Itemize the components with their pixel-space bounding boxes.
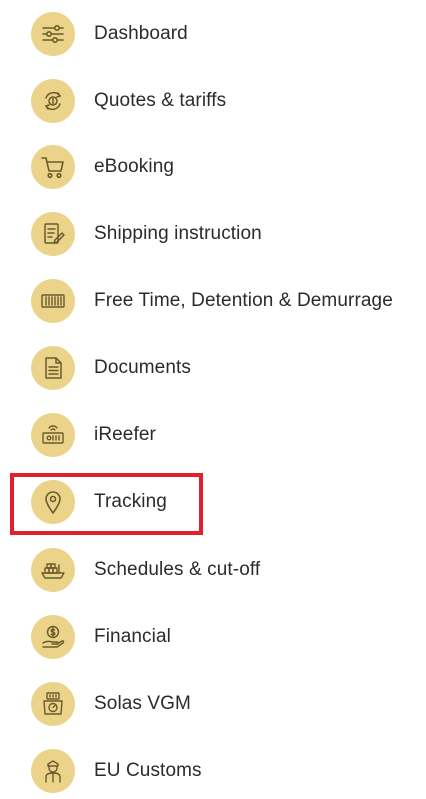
- menu-item-schedules-cut-off[interactable]: Schedules & cut-off: [0, 542, 426, 598]
- menu-item-shipping-instruction[interactable]: Shipping instruction: [0, 206, 426, 262]
- menu-item-ireefer[interactable]: iReefer: [0, 407, 426, 463]
- container-icon: [31, 279, 75, 323]
- side-menu: Dashboard Quotes & tariffs eBooking Ship…: [0, 0, 426, 793]
- menu-item-tracking[interactable]: Tracking: [0, 474, 426, 530]
- reefer-container-icon: [31, 413, 75, 457]
- menu-item-financial[interactable]: Financial: [0, 609, 426, 665]
- menu-item-label: iReefer: [94, 424, 156, 445]
- menu-item-label: Shipping instruction: [94, 223, 262, 244]
- menu-item-label: Free Time, Detention & Demurrage: [94, 290, 393, 311]
- menu-item-documents[interactable]: Documents: [0, 340, 426, 396]
- menu-item-label: EU Customs: [94, 760, 202, 781]
- menu-item-dashboard[interactable]: Dashboard: [0, 6, 426, 62]
- dollar-cycle-icon: [31, 79, 75, 123]
- menu-item-free-time-detention-demurrage[interactable]: Free Time, Detention & Demurrage: [0, 273, 426, 329]
- menu-item-ebooking[interactable]: eBooking: [0, 139, 426, 195]
- menu-item-label: Tracking: [94, 491, 167, 512]
- menu-item-label: Quotes & tariffs: [94, 90, 227, 111]
- sliders-icon: [31, 12, 75, 56]
- customs-officer-icon: [31, 749, 75, 793]
- location-pin-icon: [31, 480, 75, 524]
- menu-item-label: Financial: [94, 626, 171, 647]
- menu-item-label: Solas VGM: [94, 693, 191, 714]
- menu-item-solas-vgm[interactable]: Solas VGM: [0, 676, 426, 732]
- shopping-cart-icon: [31, 145, 75, 189]
- document-icon: [31, 346, 75, 390]
- menu-item-label: Dashboard: [94, 23, 188, 44]
- document-edit-icon: [31, 212, 75, 256]
- menu-item-label: Documents: [94, 357, 191, 378]
- menu-item-eu-customs[interactable]: EU Customs: [0, 743, 426, 799]
- coin-hand-icon: [31, 615, 75, 659]
- weight-scale-icon: [31, 682, 75, 726]
- menu-item-quotes-tariffs[interactable]: Quotes & tariffs: [0, 73, 426, 129]
- menu-item-label: eBooking: [94, 156, 175, 177]
- ship-icon: [31, 548, 75, 592]
- menu-item-label: Schedules & cut-off: [94, 559, 261, 580]
